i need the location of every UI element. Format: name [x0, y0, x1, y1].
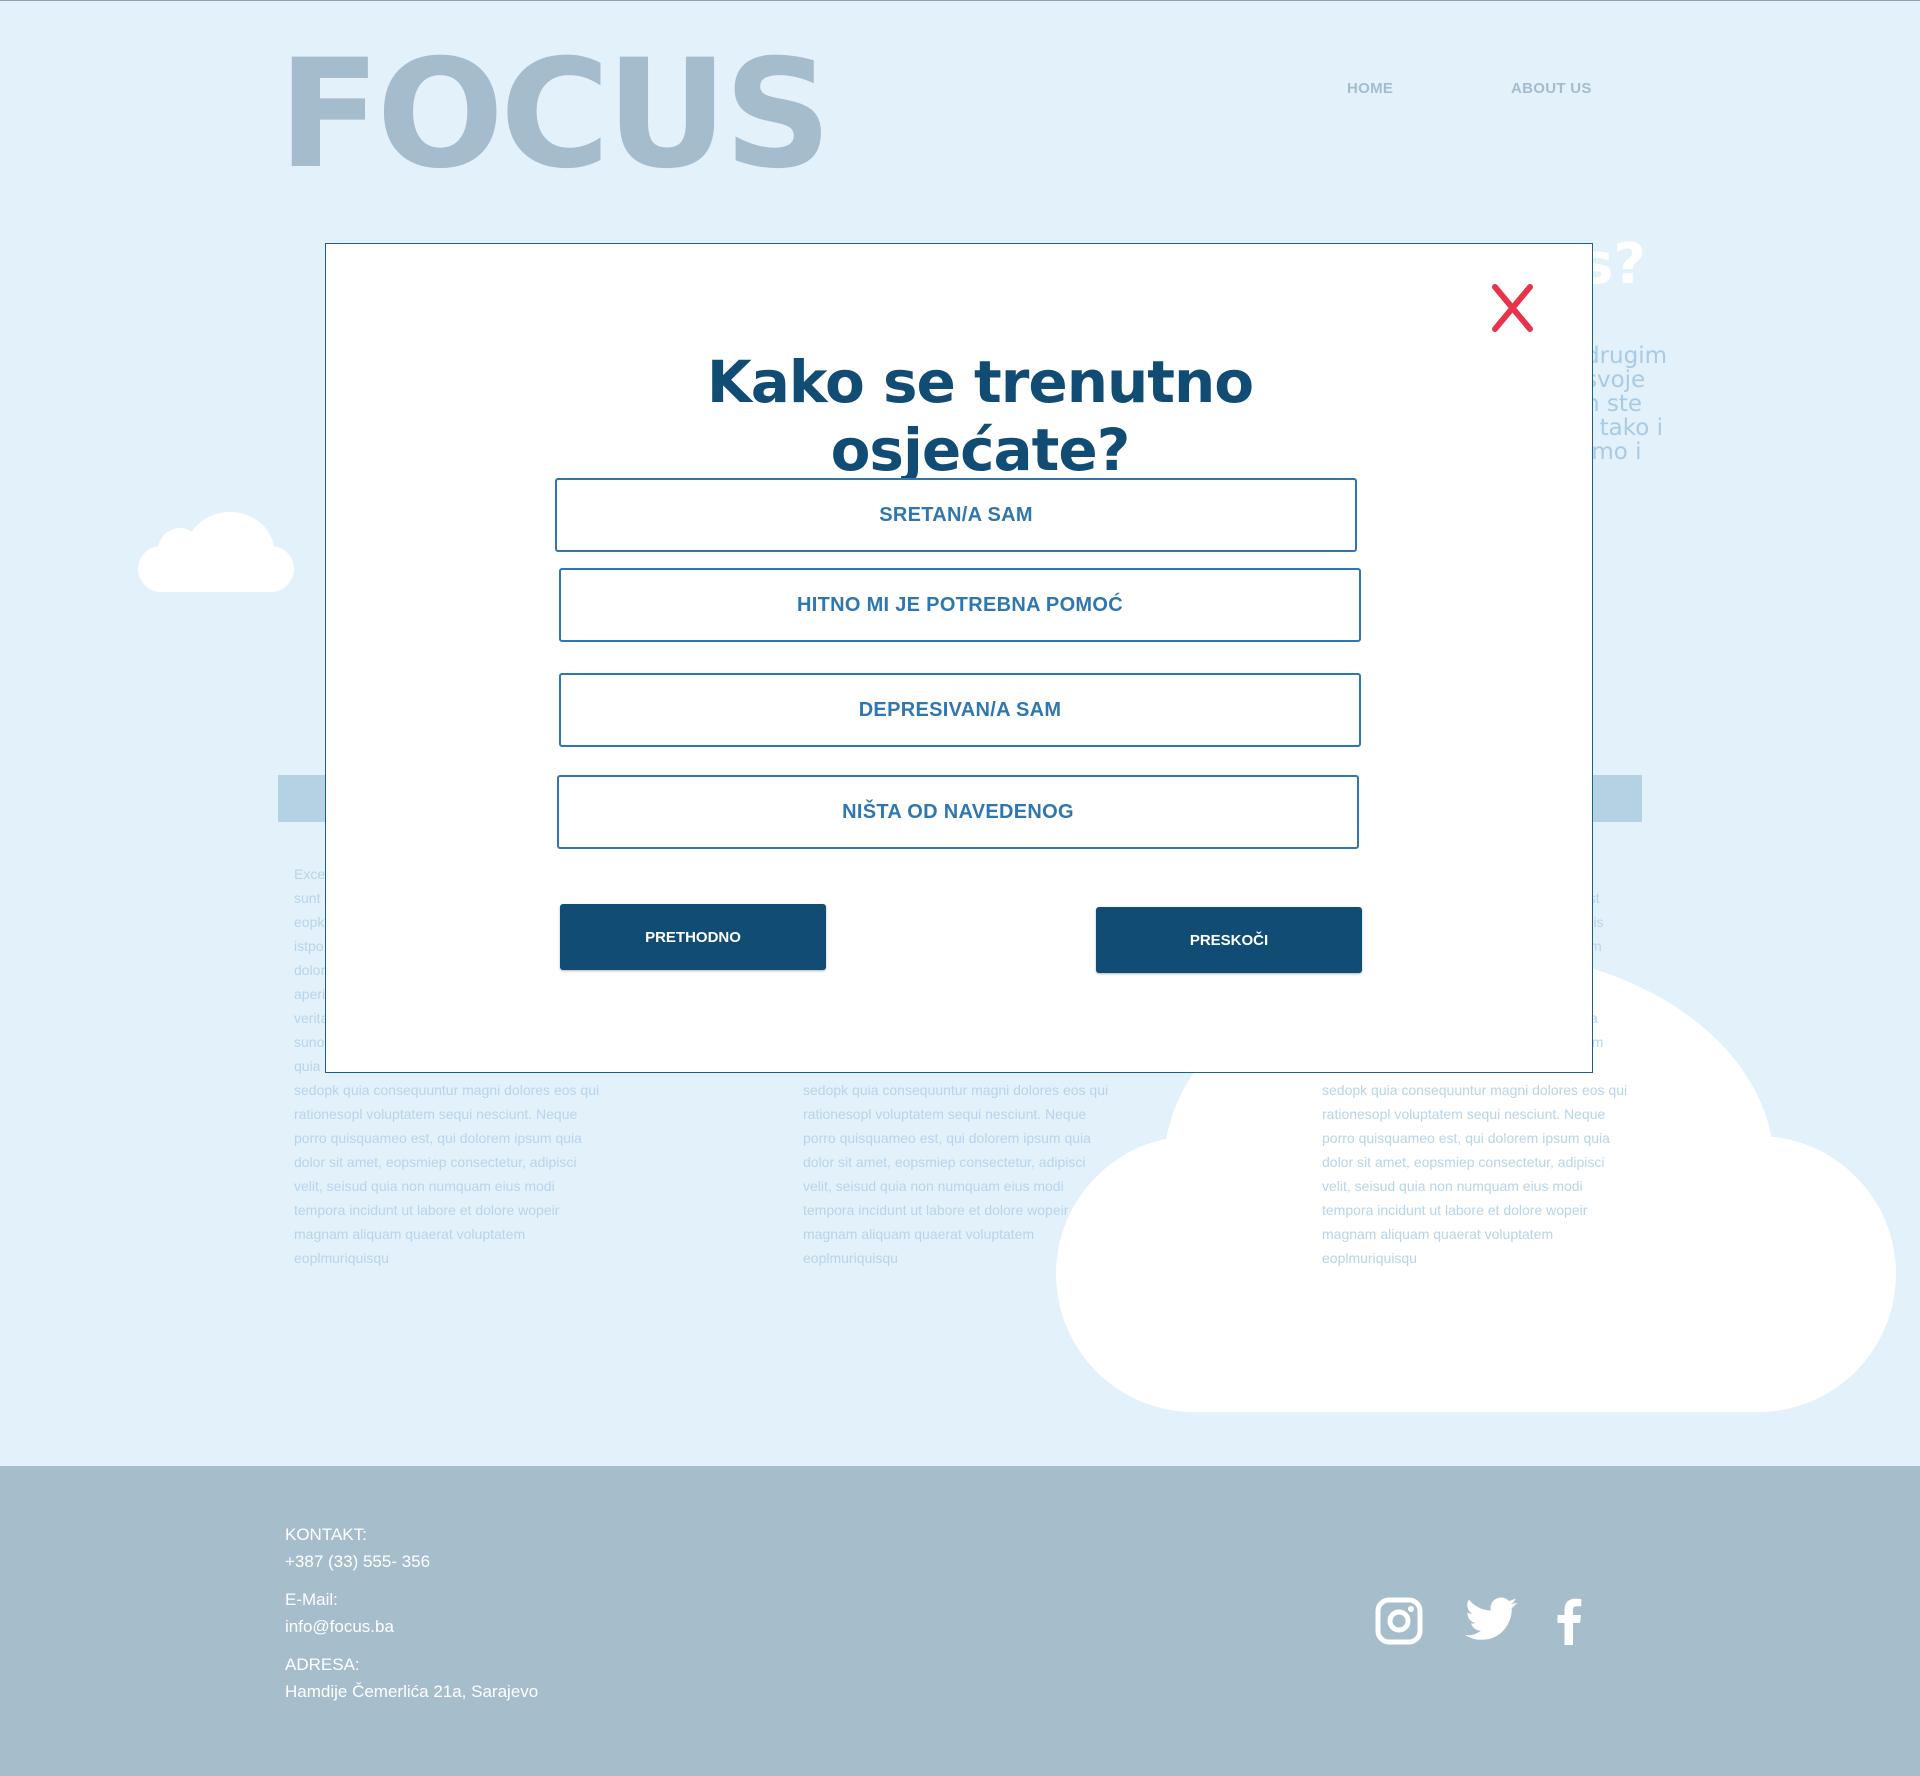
section-intro-text: drugim svoje n ste , tako i imo i: [1585, 344, 1668, 464]
section-bar-right: [1590, 775, 1642, 822]
option-happy-button[interactable]: SRETAN/A SAM: [555, 478, 1357, 552]
section-bar-left: [278, 775, 328, 822]
nav-about-us-link[interactable]: ABOUT US: [1511, 80, 1592, 97]
twitter-icon[interactable]: [1466, 1597, 1518, 1641]
option-depressed-button[interactable]: DEPRESIVAN/A SAM: [559, 673, 1361, 747]
site-logo[interactable]: FOCUS: [278, 40, 832, 190]
nav-home-link[interactable]: HOME: [1347, 80, 1393, 97]
facebook-icon[interactable]: [1555, 1597, 1583, 1645]
address-label: ADRESA:: [285, 1655, 360, 1674]
text-column-2: sedopk quia consequuntur magni dolores e…: [803, 1082, 1109, 1266]
modal-title: Kako se trenutno osjećate?: [706, 348, 1254, 484]
previous-button[interactable]: PRETHODNO: [560, 904, 826, 970]
contact-email: info@focus.ba: [285, 1617, 394, 1636]
instagram-icon[interactable]: [1375, 1597, 1423, 1645]
skip-button[interactable]: PRESKOČI: [1096, 907, 1362, 973]
email-label: E-Mail:: [285, 1590, 338, 1609]
option-urgent-help-button[interactable]: HITNO MI JE POTREBNA POMOĆ: [559, 568, 1361, 642]
close-x-icon[interactable]: [1490, 283, 1534, 333]
option-none-button[interactable]: NIŠTA OD NAVEDENOG: [557, 775, 1359, 849]
contact-label: KONTAKT:: [285, 1525, 367, 1544]
top-border: [0, 0, 1920, 1]
contact-phone: +387 (33) 555- 356: [285, 1552, 431, 1571]
contact-address: Hamdije Čemerlića 21a, Sarajevo: [285, 1682, 539, 1701]
